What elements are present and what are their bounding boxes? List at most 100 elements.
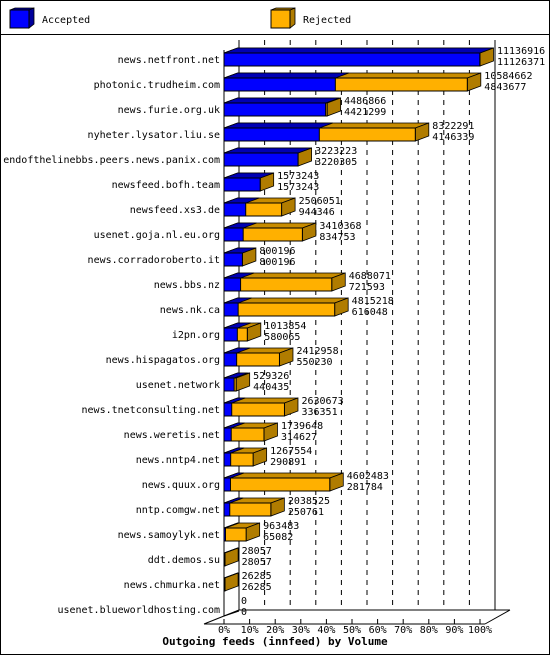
category-label: ddt.demos.su [148, 555, 220, 566]
bar-group [223, 172, 275, 192]
value-label-total: 1013854 [264, 321, 306, 332]
x-axis-title: Outgoing feeds (innfeed) by Volume [162, 635, 388, 648]
bar-rejected-front [223, 527, 247, 542]
bar-group [223, 122, 430, 142]
category-label: news.furie.org.uk [118, 105, 220, 116]
bar-accepted-front [223, 302, 239, 317]
legend-swatch [9, 9, 30, 29]
floor-right-edge [484, 609, 511, 625]
value-label-total: 1739648 [281, 421, 323, 432]
value-label-total: 4486866 [344, 96, 386, 107]
bar-rejected-front [223, 502, 272, 517]
category-label: photonic.trudheim.com [94, 80, 220, 91]
value-label-accepted: 28057 [242, 557, 272, 568]
bar-accepted-top [223, 72, 349, 79]
value-label-accepted: 4146339 [432, 132, 474, 143]
x-tick-label: 100% [468, 625, 492, 636]
bar-group [223, 472, 344, 492]
value-label-total: 4602483 [347, 471, 389, 482]
bar-chart: Accepted Rejected news.netfront.net photon… [3, 7, 545, 648]
bar-group [223, 272, 346, 292]
bar-group [223, 347, 294, 367]
bar-accepted-front [223, 177, 261, 192]
category-label: news.nntp4.net [136, 455, 220, 466]
bar-accepted-front [223, 277, 242, 292]
bar-accepted-front [223, 77, 336, 92]
legend-label: Accepted [42, 15, 90, 26]
bar-group [223, 610, 240, 617]
value-label-accepted: 4843677 [484, 82, 526, 93]
bar-zero [223, 610, 240, 617]
category-labels: news.netfront.net photonic.trudheim.com ne… [3, 55, 220, 616]
value-label-accepted: 834753 [319, 232, 355, 243]
category-label: usenet.blueworldhosting.com [57, 605, 220, 616]
bar-group [223, 72, 482, 92]
value-label-accepted: 721593 [349, 282, 385, 293]
value-label-total: 0 [241, 596, 247, 607]
bar-group [223, 522, 261, 542]
bar-accepted-front [223, 577, 226, 592]
category-label: endofthelinebbs.peers.news.panix.com [3, 155, 220, 166]
category-label: news.samoylyk.net [118, 530, 220, 541]
bar-accepted-front [223, 452, 232, 467]
value-label-total: 10584662 [484, 71, 532, 82]
value-label-accepted: 65082 [263, 532, 293, 543]
value-label-accepted: 26285 [242, 582, 272, 593]
value-label-total: 2630673 [301, 396, 343, 407]
category-label: news.nk.ca [160, 305, 220, 316]
value-label-accepted: 1573243 [277, 182, 319, 193]
bar-accepted-front [223, 427, 232, 442]
value-label-accepted: 290891 [270, 457, 306, 468]
value-label-accepted: 800196 [259, 257, 295, 268]
x-tick-label: 90% [445, 625, 463, 636]
bar-group [223, 97, 342, 117]
category-label: news.tnetconsulting.net [82, 405, 220, 416]
bar-accepted-front [223, 552, 226, 567]
bar-accepted-front [223, 102, 327, 117]
bar-group [223, 497, 285, 517]
bar-group [223, 297, 349, 317]
bar-rejected-front [223, 302, 336, 317]
value-label-accepted: 314627 [281, 432, 317, 443]
bar-accepted-top [223, 47, 494, 54]
value-label-accepted: 944346 [299, 207, 335, 218]
bar-accepted-front [223, 477, 231, 492]
value-label-total: 3410368 [319, 221, 361, 232]
value-label-accepted: 616048 [352, 307, 388, 318]
bar-accepted-front [223, 202, 247, 217]
bar-accepted-front [223, 502, 231, 517]
bar-accepted-front [223, 402, 233, 417]
bar-accepted-front [223, 227, 244, 242]
category-label: news.weretis.net [124, 430, 220, 441]
category-label: nyheter.lysator.liu.se [88, 130, 220, 141]
value-label-total: 4688071 [349, 271, 391, 282]
value-label-total: 963483 [263, 521, 299, 532]
value-label-total: 4815218 [352, 296, 394, 307]
bar-group [223, 372, 251, 392]
value-label-accepted: 0 [241, 607, 247, 618]
value-label-total: 2506051 [299, 196, 341, 207]
legend-label: Rejected [303, 15, 351, 26]
bar-group [223, 147, 312, 167]
bar-group [223, 547, 239, 567]
value-label-total: 11136916 [497, 46, 545, 57]
bar-group [223, 222, 317, 242]
value-label-accepted: 11126371 [497, 57, 545, 68]
x-tick-label: 80% [420, 625, 438, 636]
bar-accepted-top [223, 122, 333, 129]
value-label-total: 1573243 [277, 171, 319, 182]
value-label-total: 26285 [242, 571, 272, 582]
bar-accepted-front [223, 252, 243, 267]
bar-accepted-front [223, 327, 238, 342]
value-label-total: 8322291 [432, 121, 474, 132]
legend-item-accepted: Accepted [9, 7, 90, 29]
value-label-total: 529326 [253, 371, 289, 382]
category-label: news.netfront.net [118, 55, 220, 66]
value-label-accepted: 440435 [253, 382, 289, 393]
bar-accepted-front [223, 527, 226, 542]
bar-rejected-front [223, 477, 331, 492]
legend-swatch-side [289, 7, 296, 29]
bar-accepted-front [223, 127, 320, 142]
value-label-total: 2038525 [288, 496, 330, 507]
category-label: newsfeed.bofh.team [112, 180, 220, 191]
